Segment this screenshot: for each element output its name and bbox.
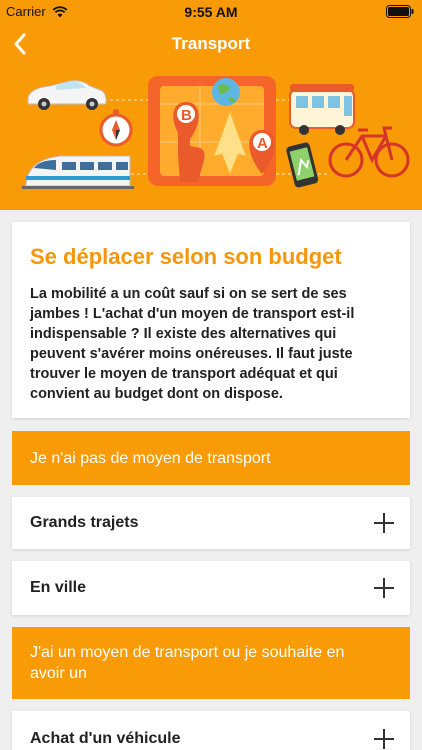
compass-icon xyxy=(99,109,133,147)
accordion-label: En ville xyxy=(30,579,87,596)
smartphone-icon xyxy=(286,142,319,188)
plus-icon xyxy=(374,729,394,749)
page-title: Transport xyxy=(171,34,251,53)
globe-icon xyxy=(212,78,240,106)
accordion-label: Grands trajets xyxy=(30,514,139,531)
accordion-en-ville[interactable]: En ville xyxy=(12,561,410,615)
accordion-grands-trajets[interactable]: Grands trajets xyxy=(12,497,410,549)
section-header-has-transport[interactable]: J'ai un moyen de transport ou je souhait… xyxy=(12,627,410,699)
pin-b-label: B xyxy=(181,107,192,124)
intro-title: Se déplacer selon son budget xyxy=(30,244,342,269)
section-label: J'ai un moyen de transport ou je souhait… xyxy=(30,644,345,682)
navigation-bar: Transport xyxy=(0,24,422,64)
accordion-achat-vehicule[interactable]: Achat d'un véhicule xyxy=(12,711,410,750)
bus-icon xyxy=(289,84,355,135)
train-icon xyxy=(22,155,134,189)
battery-icon xyxy=(386,5,414,21)
clock: 9:55 AM xyxy=(184,4,238,20)
plus-icon xyxy=(374,578,394,598)
intro-text: La mobilité a un coût sauf si on se sert… xyxy=(30,286,355,402)
accordion-label: Achat d'un véhicule xyxy=(30,730,181,747)
pin-a-label: A xyxy=(257,135,268,152)
bicycle-icon xyxy=(328,126,410,178)
car-icon xyxy=(27,80,107,110)
intro-card: Se déplacer selon son budget La mobilité… xyxy=(12,222,410,418)
transport-banner: B A xyxy=(0,64,422,210)
plus-icon xyxy=(374,513,394,533)
section-header-no-transport[interactable]: Je n'ai pas de moyen de transport xyxy=(12,431,410,485)
section-label: Je n'ai pas de moyen de transport xyxy=(30,449,271,467)
status-bar: Carrier 9:55 AM xyxy=(0,0,422,24)
